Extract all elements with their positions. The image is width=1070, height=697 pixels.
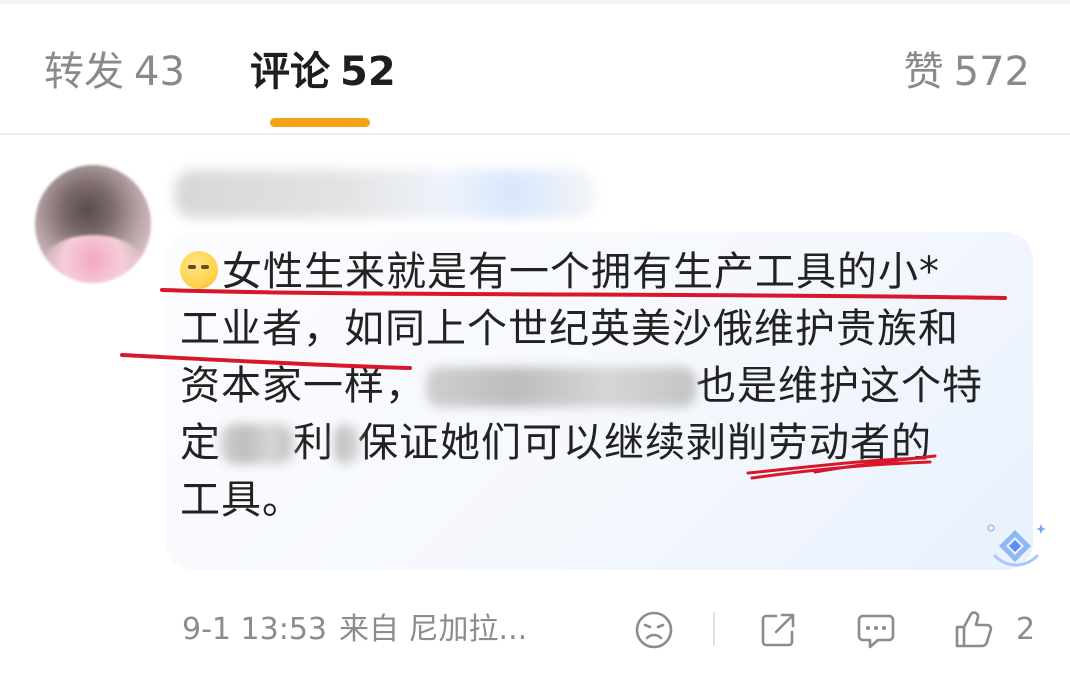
tab-reposts-label: 转发	[44, 49, 124, 95]
redacted-text-blur	[334, 424, 358, 464]
active-tab-indicator	[270, 118, 370, 127]
share-icon[interactable]	[756, 608, 800, 652]
thinking-face-emoji-icon	[180, 251, 218, 289]
redacted-text-blur	[426, 367, 696, 407]
tab-likes[interactable]: 赞 572	[904, 44, 1030, 100]
redacted-text-blur	[221, 424, 293, 464]
tab-likes-count: 572	[953, 49, 1030, 95]
comment-text: 女性生来就是有一个拥有生产工具的小* 工业者，如同上个世纪英美沙俄维护贵族和 资…	[180, 244, 1020, 529]
comment-line-1: 女性生来就是有一个拥有生产工具的小*	[222, 249, 940, 295]
tab-reposts-count: 43	[134, 49, 185, 95]
tab-likes-label: 赞	[903, 49, 944, 95]
emoji-face-icon[interactable]	[632, 608, 676, 652]
comment-line-3-end: 也是维护这个特	[696, 363, 983, 409]
like-count: 2	[1016, 612, 1036, 647]
tab-comments[interactable]: 评论 52	[250, 44, 396, 100]
comment-icon[interactable]	[854, 608, 898, 652]
comment-line-4-a: 定	[180, 420, 221, 466]
action-separator	[713, 612, 715, 646]
comment-line-2: 工业者，如同上个世纪英美沙俄维护贵族和	[180, 306, 959, 352]
comment-time: 9-1 13:53	[182, 612, 327, 647]
comment-line-4-b: 利	[293, 420, 334, 466]
thumbs-up-icon[interactable]	[952, 608, 996, 652]
tab-divider	[0, 133, 1070, 135]
comment-line-4-c: 保证她们可以继续剥削劳动者的	[358, 420, 932, 466]
comment-meta: 9-1 13:53 来自 尼加拉...	[182, 608, 527, 652]
tab-reposts[interactable]: 转发 43	[44, 44, 185, 100]
username-redacted[interactable]	[175, 170, 595, 218]
comment-line-3-start: 资本家一样，	[180, 363, 426, 409]
comment-line-5: 工具。	[180, 477, 303, 523]
tab-comments-count: 52	[340, 49, 396, 95]
avatar[interactable]	[35, 165, 151, 283]
sparkle-icon	[987, 524, 1046, 567]
tab-comments-label: 评论	[250, 49, 330, 95]
tab-bar: 转发 43 评论 52 赞 572	[0, 0, 1070, 134]
comment-source: 来自 尼加拉...	[339, 612, 528, 647]
